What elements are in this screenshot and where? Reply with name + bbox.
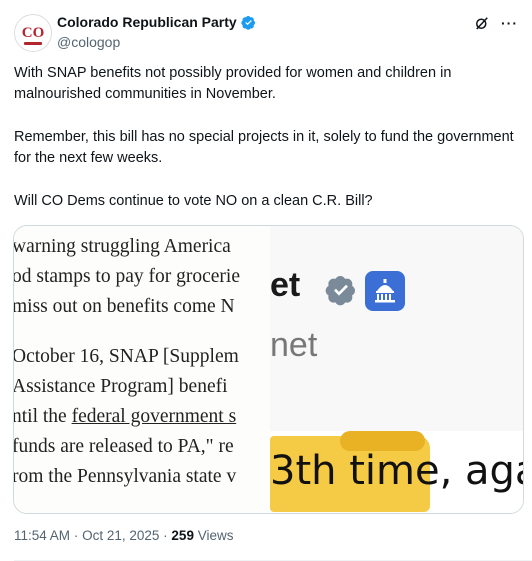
verified-badge-icon	[241, 15, 255, 30]
capitol-icon	[365, 271, 405, 311]
header-actions: ···	[473, 14, 518, 32]
name-row: Colorado Republican Party	[57, 14, 256, 30]
handle[interactable]: @cologop	[57, 34, 120, 50]
tweet-meta: 11:54 AM · Oct 21, 2025 · 259 Views	[14, 528, 234, 543]
tweet-date[interactable]: Oct 21, 2025	[82, 528, 159, 543]
article-link: federal government s	[71, 406, 237, 427]
grok-icon[interactable]	[473, 14, 491, 32]
avatar[interactable]: CO	[14, 14, 52, 52]
tweet-text: With SNAP benefits not possibly provided…	[14, 63, 514, 212]
meta-separator: ·	[73, 528, 79, 543]
article-line: rom the Pennsylvania state v	[14, 466, 237, 487]
tweet-paragraph: Remember, this bill has no special proje…	[14, 129, 514, 166]
screenshot-text-et: et	[270, 266, 301, 304]
display-name[interactable]: Colorado Republican Party	[57, 14, 237, 30]
article-line-start: ntil the	[14, 406, 72, 427]
more-icon[interactable]: ···	[501, 15, 518, 31]
article-line: Assistance Program] benefi	[14, 376, 228, 397]
tweet-media[interactable]: warning struggling America od stamps to …	[13, 225, 524, 514]
tweet-paragraph: With SNAP benefits not possibly provided…	[14, 65, 452, 102]
social-screenshot: et net 3th time, aga	[270, 226, 523, 513]
article-line: funds are released to PA," re	[14, 436, 234, 457]
tweet-time[interactable]: 11:54 AM	[14, 528, 70, 543]
article-line: October 16, SNAP [Supplem	[14, 346, 239, 367]
meta-separator: ·	[163, 528, 168, 543]
tweet-header: CO Colorado Republican Party @cologop ··…	[14, 14, 518, 54]
avatar-text: CO	[21, 24, 45, 41]
views-label: Views	[197, 528, 234, 543]
views-count: 259	[171, 528, 194, 543]
article-line: miss out on benefits come N	[14, 296, 235, 317]
avatar-underline	[24, 42, 42, 45]
screenshot-text-time: 3th time, aga	[270, 448, 523, 494]
gray-verified-badge-icon	[325, 276, 355, 306]
tweet-paragraph: Will CO Dems continue to vote NO on a cl…	[14, 193, 373, 209]
screenshot-text-net: net	[270, 326, 318, 364]
article-line: warning struggling America	[14, 236, 231, 257]
article-screenshot: warning struggling America od stamps to …	[14, 226, 270, 513]
article-line: ntil the federal government s	[14, 406, 236, 428]
article-line: od stamps to pay for grocerie	[14, 266, 240, 287]
